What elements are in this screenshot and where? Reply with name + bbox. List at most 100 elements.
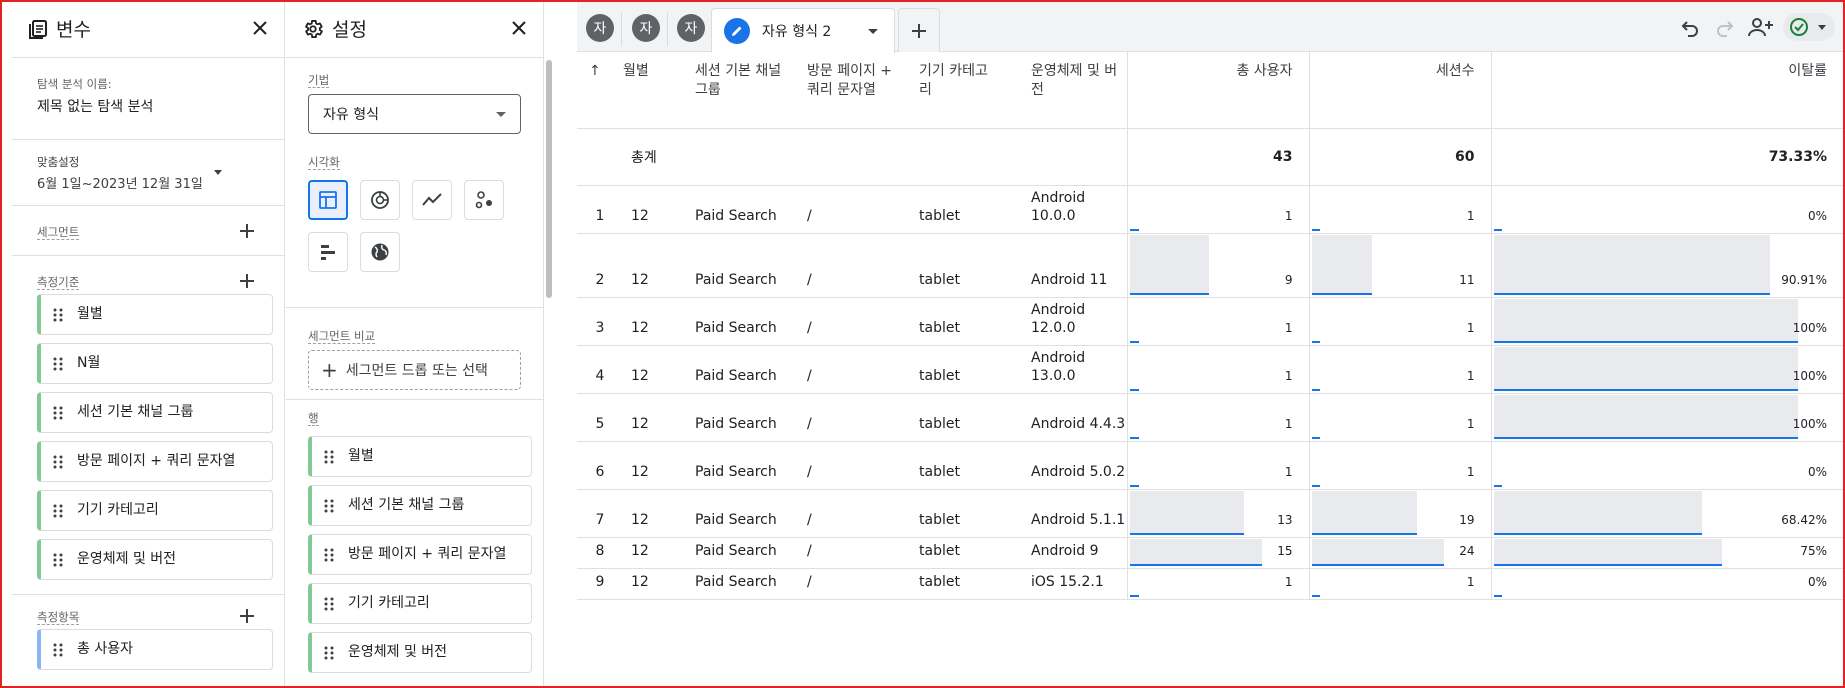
metrics-section: 측정항목 총 사용자 — [12, 595, 284, 684]
status-check-icon — [1790, 18, 1808, 36]
grip-icon — [53, 643, 63, 656]
line-viz-button[interactable] — [412, 180, 452, 220]
cell-bounce: 0% — [1490, 441, 1843, 490]
close-icon[interactable] — [505, 14, 533, 42]
cell-device: tablet — [919, 185, 1031, 234]
header-bounce[interactable]: 이탈률 — [1490, 52, 1843, 128]
value-bar — [1493, 346, 1798, 391]
cell-landing: / — [807, 185, 919, 234]
dimension-chip[interactable]: 기기 카테고리 — [37, 490, 273, 531]
add-tab-button[interactable] — [898, 8, 940, 52]
table-row[interactable]: 2 12 Paid Search / tablet Android 11 9 11 90.91% — [577, 233, 1843, 298]
row-index: 6 — [577, 441, 623, 490]
cell-sessions: 1 — [1308, 393, 1491, 442]
sort-up-icon: ↑ — [589, 63, 601, 79]
table-row[interactable]: 6 12 Paid Search / tablet Android 5.0.2 1 1 0% — [577, 441, 1843, 490]
row-index: 7 — [577, 489, 623, 538]
chevron-down-icon — [868, 29, 878, 34]
header-device[interactable]: 기기 카테고리 — [919, 52, 1031, 128]
cell-bounce: 0% — [1490, 185, 1843, 234]
value-bar — [1311, 538, 1444, 566]
cell-sessions: 1 — [1308, 345, 1491, 394]
bar-viz-button[interactable] — [308, 232, 348, 272]
value-bar — [1311, 196, 1320, 231]
close-icon[interactable] — [246, 14, 274, 42]
dimension-chip[interactable]: 월별 — [37, 294, 273, 335]
segment-drop-zone[interactable]: + 세그먼트 드롭 또는 선택 — [308, 350, 521, 390]
tab-mini-1[interactable]: 자 — [586, 14, 614, 42]
row-chip[interactable]: 방문 페이지 + 쿼리 문자열 — [308, 534, 532, 575]
header-month[interactable]: 월별 — [623, 52, 695, 128]
bar-viz-icon — [321, 245, 335, 260]
dimension-chip-label: N월 — [77, 355, 101, 371]
add-metric-plus-icon[interactable] — [236, 605, 258, 627]
scatter-viz-button[interactable] — [464, 180, 504, 220]
geo-viz-button[interactable] — [360, 232, 400, 272]
header-channel[interactable]: 세션 기본 채널 그룹 — [695, 52, 807, 128]
header-sessions[interactable]: 세션수 — [1308, 52, 1491, 128]
cell-landing: / — [807, 345, 919, 394]
value-bar — [1493, 538, 1722, 566]
redo-icon[interactable] — [1713, 15, 1737, 39]
table-row[interactable]: 3 12 Paid Search / tablet Android 12.0.0 1 1 100… — [577, 297, 1843, 346]
cell-os: Android 5.1.1 — [1031, 489, 1127, 538]
tab-bar: 자 자 자 자유 형식 2 — [577, 0, 1845, 53]
cell-value: 1 — [1284, 320, 1293, 335]
cell-channel: Paid Search — [695, 393, 807, 442]
cell-users: 9 — [1126, 233, 1309, 298]
settings-scrollbar[interactable] — [546, 60, 552, 298]
grip-icon — [324, 499, 334, 512]
scatter-viz-icon — [475, 191, 492, 209]
donut-viz-button[interactable] — [360, 180, 400, 220]
tab-mini-3[interactable]: 자 — [677, 14, 705, 42]
totals-label: 총계 — [623, 127, 1127, 186]
cell-month: 12 — [623, 537, 695, 569]
table-row[interactable]: 1 12 Paid Search / tablet Android 10.0.0 1 1 0% — [577, 185, 1843, 234]
dimension-chip-label: 월별 — [77, 306, 103, 322]
date-range-picker[interactable]: 맞춤설정 6월 1일~2023년 12월 31일 — [12, 140, 284, 206]
cell-os: Android 9 — [1031, 537, 1127, 569]
table-row[interactable]: 4 12 Paid Search / tablet Android 13.0.0 1 1 100… — [577, 345, 1843, 394]
cell-value: 100% — [1792, 320, 1827, 335]
value-bar — [1311, 490, 1417, 535]
value-bar — [1311, 452, 1320, 487]
share-icon[interactable] — [1747, 15, 1775, 39]
value-bar — [1493, 234, 1770, 295]
row-chip[interactable]: 기기 카테고리 — [308, 583, 532, 624]
table-row[interactable]: 5 12 Paid Search / tablet Android 4.4.3 1 1 100% — [577, 393, 1843, 442]
dimension-chip[interactable]: 방문 페이지 + 쿼리 문자열 — [37, 441, 273, 482]
table-row[interactable]: 9 12 Paid Search / tablet iOS 15.2.1 1 1 0% — [577, 568, 1843, 600]
row-index: 9 — [577, 568, 623, 600]
add-segment-plus-icon[interactable] — [236, 220, 258, 242]
metric-chip[interactable]: 총 사용자 — [37, 629, 273, 670]
header-users[interactable]: 총 사용자 — [1126, 52, 1309, 128]
table-viz-button[interactable] — [308, 180, 348, 220]
sort-column-header[interactable]: ↑ — [577, 52, 623, 128]
dimension-chip[interactable]: 세션 기본 채널 그룹 — [37, 392, 273, 433]
technique-select[interactable]: 자유 형식 — [308, 94, 521, 134]
totals-sessions: 60 — [1308, 127, 1491, 186]
tab-mini-2[interactable]: 자 — [632, 14, 660, 42]
undo-icon[interactable] — [1678, 15, 1702, 39]
status-menu[interactable] — [1783, 13, 1835, 41]
cell-channel: Paid Search — [695, 441, 807, 490]
row-chip[interactable]: 월별 — [308, 436, 532, 477]
header-os[interactable]: 운영체제 및 버전 — [1031, 52, 1127, 128]
row-chip[interactable]: 운영체제 및 버전 — [308, 632, 532, 673]
table-row[interactable]: 8 12 Paid Search / tablet Android 9 15 24 75% — [577, 537, 1843, 569]
add-dimension-plus-icon[interactable] — [236, 270, 258, 292]
row-chip[interactable]: 세션 기본 채널 그룹 — [308, 485, 532, 526]
active-tab-name: 자유 형식 2 — [762, 24, 832, 40]
row-index: 4 — [577, 345, 623, 394]
cell-channel: Paid Search — [695, 185, 807, 234]
exploration-name[interactable]: 제목 없는 탐색 분석 — [37, 96, 284, 116]
header-landing[interactable]: 방문 페이지 + 쿼리 문자열 — [807, 52, 919, 128]
dimension-chip[interactable]: 운영체제 및 버전 — [37, 539, 273, 580]
dimensions-label: 측정기준 — [37, 275, 80, 290]
tab-active[interactable]: 자유 형식 2 — [711, 8, 895, 53]
date-range-label: 맞춤설정 — [37, 155, 80, 169]
row-chip-label: 월별 — [348, 448, 374, 464]
dimension-chip[interactable]: N월 — [37, 343, 273, 384]
table-row[interactable]: 7 12 Paid Search / tablet Android 5.1.1 13 19 68… — [577, 489, 1843, 538]
cell-users: 1 — [1126, 297, 1309, 346]
